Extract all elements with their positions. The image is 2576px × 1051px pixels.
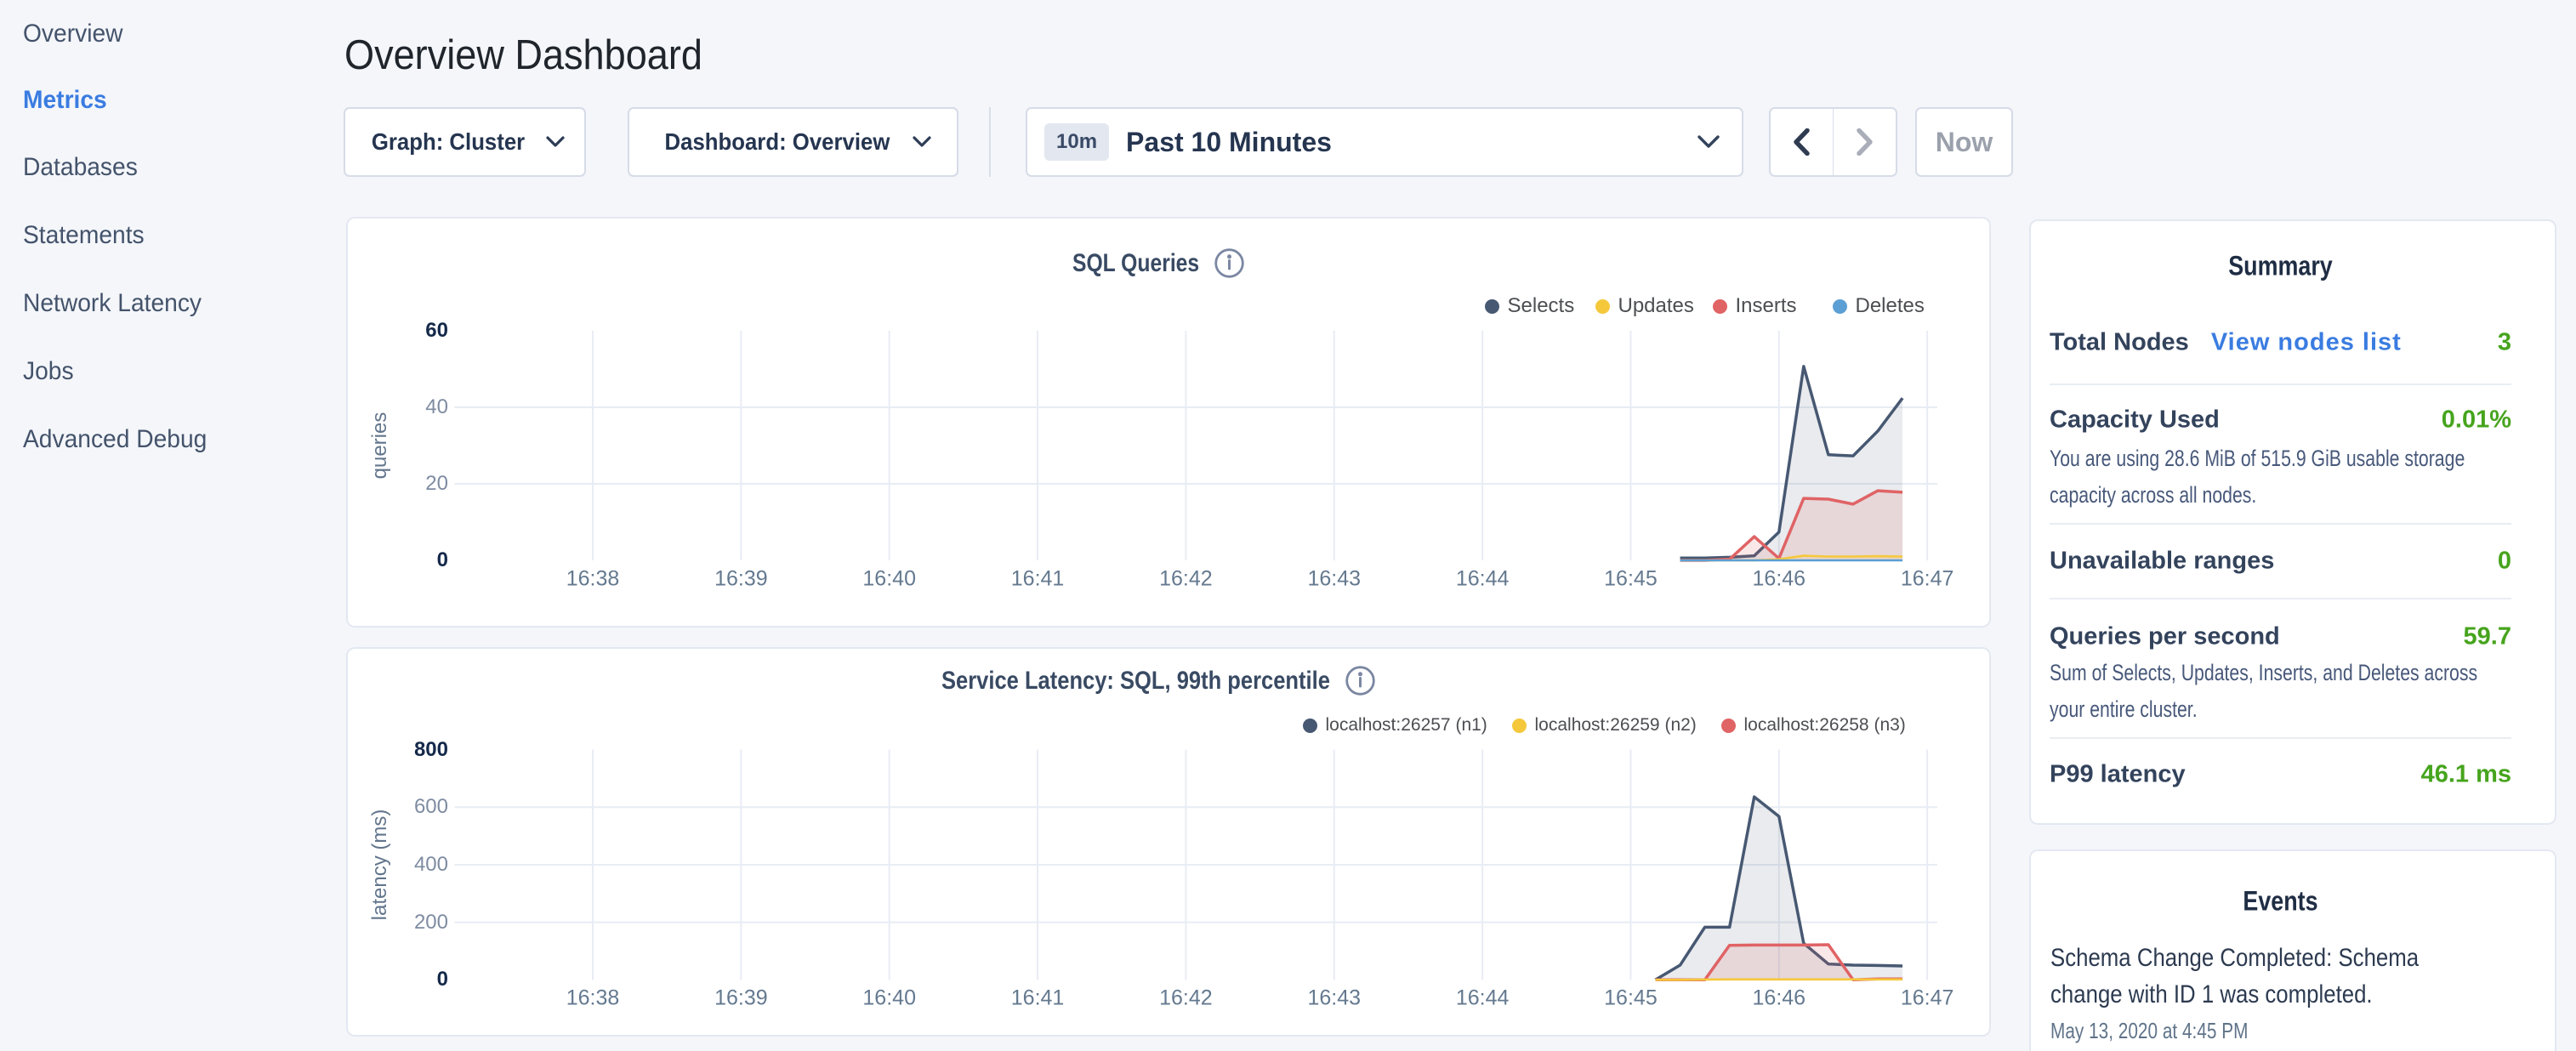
summary-row-value: 0 xyxy=(2498,548,2511,576)
summary-row-value: 0.01% xyxy=(2442,406,2511,435)
summary-row: P99 latency 46.1 ms xyxy=(2050,760,2511,788)
summary-divider xyxy=(2050,523,2511,525)
summary-row-description: Sum of Selects, Updates, Inserts, and De… xyxy=(2050,655,2511,728)
view-nodes-list-link[interactable]: View nodes list xyxy=(2211,329,2402,357)
summary-row: Queries per second 59.7 xyxy=(2050,622,2511,650)
time-back-button[interactable] xyxy=(1771,109,1833,175)
chevron-left-icon xyxy=(1794,128,1810,156)
graph-dropdown-label: Graph: Cluster xyxy=(372,128,525,156)
summary-row-label: Queries per second xyxy=(2050,622,2280,650)
sidebar-item-jobs[interactable]: Jobs xyxy=(23,357,74,386)
time-range-selector[interactable]: 10m Past 10 Minutes xyxy=(1026,107,1743,177)
summary-row-label: Unavailable ranges xyxy=(2050,548,2274,576)
sql-queries-plot xyxy=(346,217,1991,628)
summary-panel: Summary Total Nodes View nodes list 3 Capaci… xyxy=(2029,219,2556,825)
summary-row-label: Total Nodes xyxy=(2050,329,2189,357)
toolbar-divider xyxy=(989,107,991,177)
event-message: Schema Change Completed: Schema change w… xyxy=(2050,940,2492,1013)
events-title: Events xyxy=(2086,886,2474,917)
now-button-label: Now xyxy=(1936,127,1993,158)
now-button[interactable]: Now xyxy=(1915,107,2013,177)
service-latency-plot xyxy=(346,647,1991,1037)
sidebar-item-overview[interactable]: Overview xyxy=(23,20,123,48)
summary-row-description: You are using 28.6 MiB of 515.9 GiB usab… xyxy=(2050,440,2511,514)
time-nav-buttons xyxy=(1769,107,1897,177)
sidebar-item-advanced-debug[interactable]: Advanced Debug xyxy=(23,425,207,454)
dashboard-dropdown-label: Dashboard: Overview xyxy=(664,128,890,156)
summary-divider xyxy=(2050,737,2511,739)
summary-row-value: 3 xyxy=(2498,329,2511,357)
dashboard-dropdown[interactable]: Dashboard: Overview xyxy=(628,107,958,177)
event-timestamp: May 13, 2020 at 4:45 PM xyxy=(2050,1018,2248,1044)
chevron-down-icon xyxy=(1697,135,1720,149)
sql-queries-chart-card: SQL QueriesSelectsUpdatesInsertsDeletes0… xyxy=(346,217,1991,628)
chevron-right-icon xyxy=(1857,128,1873,156)
events-panel: Events Schema Change Completed: Schema ch… xyxy=(2029,849,2556,1051)
summary-divider xyxy=(2050,598,2511,599)
service-latency-chart-card: Service Latency: SQL, 99th percentileloc… xyxy=(346,647,1991,1037)
time-forward-button[interactable] xyxy=(1834,109,1896,175)
summary-divider xyxy=(2050,383,2511,385)
graph-dropdown[interactable]: Graph: Cluster xyxy=(344,107,586,177)
summary-row: Total Nodes View nodes list 3 xyxy=(2050,329,2511,357)
sidebar-item-network-latency[interactable]: Network Latency xyxy=(23,289,202,318)
summary-row-value: 59.7 xyxy=(2464,622,2511,650)
chevron-down-icon xyxy=(913,136,931,148)
sidebar-item-metrics[interactable]: Metrics xyxy=(23,86,107,115)
summary-row: Capacity Used 0.01% xyxy=(2050,406,2511,435)
summary-row-label: Capacity Used xyxy=(2050,406,2220,435)
summary-row-value: 46.1 ms xyxy=(2421,760,2511,788)
summary-row-label: P99 latency xyxy=(2050,760,2186,788)
sidebar-item-databases[interactable]: Databases xyxy=(23,153,138,182)
time-range-badge: 10m xyxy=(1044,123,1109,161)
summary-row: Unavailable ranges 0 xyxy=(2050,548,2511,576)
chevron-down-icon xyxy=(546,136,565,148)
sidebar-item-statements[interactable]: Statements xyxy=(23,221,145,250)
time-range-label: Past 10 Minutes xyxy=(1126,127,1332,158)
summary-title: Summary xyxy=(2086,251,2474,282)
page-title: Overview Dashboard xyxy=(344,31,702,79)
